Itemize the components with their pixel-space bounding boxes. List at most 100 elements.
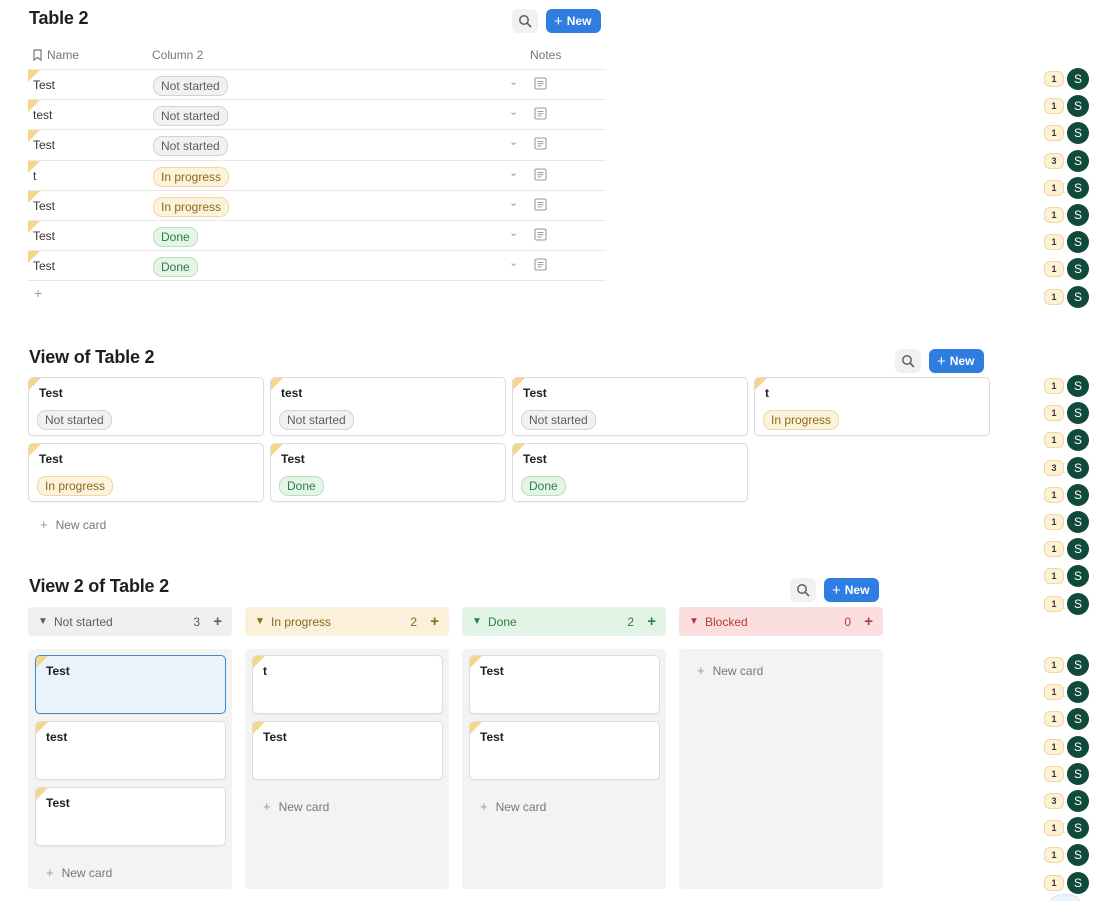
triangle-down-icon[interactable]: ▼ [689,616,699,627]
comment-indicator[interactable]: 1S [1044,510,1090,533]
comment-indicator[interactable]: 1S [1044,707,1090,731]
comment-indicator[interactable]: 1S [1044,285,1090,308]
comment-indicator[interactable]: 1S [1044,735,1090,758]
avatar[interactable]: S [1067,592,1089,615]
gallery-card[interactable]: Test Not started [28,377,264,436]
comment-count-badge[interactable]: 1 [1044,541,1064,558]
gallery-card[interactable]: Test Done [512,443,748,502]
avatar[interactable]: S [1067,204,1089,226]
plus-icon[interactable]: + [430,613,439,630]
chevron-down-icon[interactable]: ⌄ [509,135,518,148]
comment-count-badge[interactable]: 1 [1044,874,1064,891]
comment-indicator[interactable]: 1S [1044,203,1090,226]
new-card-button[interactable]: + New card [480,799,546,814]
avatar[interactable]: S [1067,429,1089,452]
comment-indicator[interactable]: 1S [1044,428,1090,452]
gallery-card[interactable]: Test Not started [512,377,748,436]
avatar[interactable]: S [1067,95,1089,118]
gallery-new-card-button[interactable]: + New card [40,517,106,532]
comment-indicator[interactable]: 1S [1044,483,1090,506]
row-name[interactable]: Test [33,199,55,213]
chevron-down-icon[interactable]: ⌄ [509,75,518,88]
comment-indicator[interactable]: 3S [1044,149,1090,172]
avatar[interactable]: S [1067,844,1089,867]
row-name[interactable]: Test [33,259,55,273]
avatar[interactable]: S [1067,231,1089,254]
comment-indicator[interactable]: 1S [1044,121,1090,145]
board-card[interactable]: Test [35,787,226,846]
plus-icon[interactable]: + [864,613,873,630]
avatar[interactable]: S [1067,735,1089,758]
avatar[interactable]: S [1067,511,1089,533]
comment-count-badge[interactable]: 3 [1044,459,1064,476]
comment-count-badge[interactable]: 1 [1044,207,1064,223]
comment-indicator[interactable]: 1S [1044,816,1090,840]
comment-indicator[interactable]: 1S [1044,762,1090,785]
search-button[interactable] [790,578,816,602]
table-row[interactable]: Test Not started ⌄ [28,130,606,161]
gallery-card[interactable]: Test In progress [28,443,264,502]
comment-count-badge[interactable]: 1 [1044,71,1064,87]
avatar[interactable]: S [1067,176,1089,199]
note-icon[interactable] [534,168,547,184]
comment-indicator[interactable]: 1S [1044,94,1090,118]
comment-count-badge[interactable]: 1 [1044,595,1064,612]
avatar[interactable]: S [1067,149,1089,172]
comment-count-badge[interactable]: 1 [1044,847,1064,864]
comment-count-badge[interactable]: 1 [1044,378,1064,394]
comment-indicator[interactable]: 1S [1044,653,1090,676]
avatar[interactable]: S [1067,790,1089,812]
avatar[interactable]: S [1067,871,1089,894]
chevron-down-icon[interactable]: ⌄ [509,105,518,118]
board-card[interactable]: Test [469,721,660,780]
table-row[interactable]: Test Done ⌄ [28,220,606,252]
comment-indicator[interactable]: 1S [1044,257,1090,281]
comment-count-badge[interactable]: 1 [1044,179,1064,196]
comment-indicator[interactable]: 1S [1044,592,1090,615]
comment-count-badge[interactable]: 1 [1044,711,1064,728]
avatar[interactable]: S [1067,483,1089,506]
note-icon[interactable] [534,198,547,214]
row-status-cell[interactable]: Not started [153,76,228,96]
avatar[interactable]: S [1067,285,1089,308]
row-status-cell[interactable]: Done [153,257,198,278]
triangle-down-icon[interactable]: ▼ [255,616,265,627]
triangle-down-icon[interactable]: ▼ [472,616,482,627]
comment-indicator[interactable]: 1S [1044,67,1090,90]
comment-indicator[interactable]: 1S [1044,564,1090,588]
avatar[interactable]: S [1067,817,1089,840]
gallery-card[interactable]: t In progress [754,377,990,436]
comment-count-badge[interactable]: 1 [1044,738,1064,755]
table-row[interactable]: Test Done ⌄ [28,251,606,282]
note-icon[interactable] [534,77,547,93]
table-row[interactable]: t In progress ⌄ [28,160,606,191]
avatar[interactable]: S [1067,708,1089,731]
row-name[interactable]: test [33,108,52,122]
chevron-down-icon[interactable]: ⌄ [509,226,518,239]
board-card[interactable]: test [35,721,226,780]
avatar[interactable]: S [1067,402,1089,425]
comment-indicator[interactable]: 1S [1044,176,1090,199]
comment-count-badge[interactable]: 1 [1044,405,1064,422]
comment-count-badge[interactable]: 3 [1044,152,1064,169]
row-status-cell[interactable]: Done [153,226,198,247]
note-icon[interactable] [534,228,547,244]
board-card[interactable]: Test [252,721,443,780]
comment-count-badge[interactable]: 1 [1044,684,1064,701]
comment-indicator[interactable]: 1S [1044,230,1090,254]
comment-indicator[interactable]: 1S [1044,537,1090,561]
board-card[interactable]: Test [35,655,226,714]
comment-indicator[interactable]: 1S [1044,374,1090,397]
new-card-button[interactable]: + New card [46,865,112,880]
plus-icon[interactable]: + [213,613,222,630]
avatar[interactable]: S [1067,122,1089,145]
add-row-button[interactable]: + [28,281,606,307]
avatar[interactable]: S [1067,565,1089,588]
chevron-down-icon[interactable]: ⌄ [509,196,518,209]
header-name[interactable]: Name [32,48,79,62]
comment-indicator[interactable]: 1S [1044,401,1090,425]
triangle-down-icon[interactable]: ▼ [38,616,48,627]
comment-count-badge[interactable]: 3 [1044,793,1064,809]
comment-indicator[interactable]: 1S [1044,843,1090,867]
table-row[interactable]: Test In progress ⌄ [28,190,606,221]
